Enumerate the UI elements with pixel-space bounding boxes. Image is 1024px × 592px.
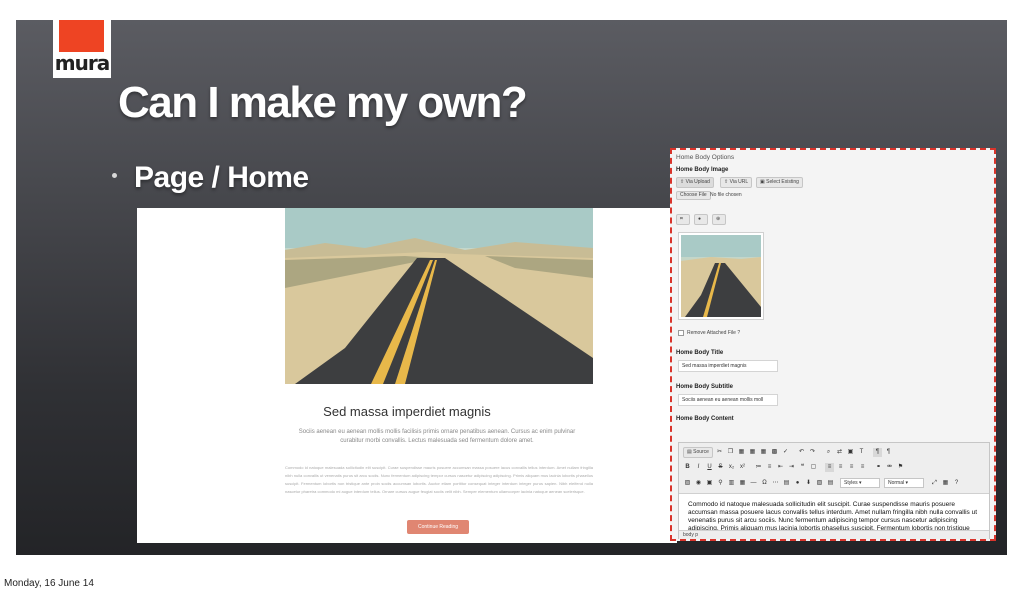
remove-format-icon[interactable]: T [857, 448, 866, 457]
horizontal-rule-icon[interactable]: ― [749, 479, 758, 488]
panel-title: Home Body Options [676, 154, 735, 161]
copy-icon[interactable]: ❐ [726, 448, 735, 457]
underline-icon[interactable]: U [705, 463, 714, 472]
mura-logo: mura [53, 20, 111, 78]
paste-icon[interactable]: ▦ [737, 448, 746, 457]
help-icon[interactable]: ? [952, 479, 961, 488]
bullet-dot-icon [112, 173, 117, 178]
maximize-icon[interactable]: ⤢ [930, 479, 939, 488]
align-left-icon[interactable]: ≡ [825, 463, 834, 472]
subtitle-label: Home Body Subtitle [676, 384, 734, 390]
help-icon: ? [737, 330, 741, 336]
print-icon[interactable]: ▩ [770, 448, 779, 457]
justify-icon[interactable]: ≡ [858, 463, 867, 472]
form-icon[interactable]: ▤ [826, 479, 835, 488]
attached-image-thumbnail[interactable] [678, 232, 764, 320]
cut-icon[interactable]: ✂ [715, 448, 724, 457]
format-select[interactable]: Normal ▾ [884, 478, 924, 488]
remove-file-checkbox[interactable] [678, 330, 684, 336]
editor-status-bar: body p [679, 530, 989, 539]
strike-icon[interactable]: S [716, 463, 725, 472]
editor-toolbar: ▤ Source ✂ ❐ ▦ ▦ ▦ ▩ ✓ ↶ ↷ ⌕ ⇄ ▣ T ¶ ¶ B… [679, 443, 989, 494]
link-icon[interactable]: ⚭ [874, 463, 883, 472]
preview-body: Commodo id natoque malesuada sollicitudi… [285, 465, 593, 494]
continue-reading-button[interactable]: Continue Reading [407, 520, 469, 534]
align-center-icon[interactable]: ≡ [836, 463, 845, 472]
add-icon[interactable]: ⊕ [712, 214, 726, 225]
select-all-icon[interactable]: ▣ [846, 448, 855, 457]
unlink-icon[interactable]: ⚮ [885, 463, 894, 472]
no-file-text: No file chosen [710, 192, 742, 198]
italic-icon[interactable]: I [694, 463, 703, 472]
logo-tab [59, 20, 104, 52]
title-input[interactable]: Sed massa imperdiet magnis [678, 360, 778, 372]
home-body-options-panel: Home Body Options Home Body Image ⇧ Via … [670, 148, 996, 541]
bulleted-list-icon[interactable]: ≡ [765, 463, 774, 472]
hero-image [285, 208, 593, 384]
ltr-icon[interactable]: ¶ [873, 448, 882, 457]
website-preview: Sed massa imperdiet magnis Sociis aenean… [137, 208, 677, 543]
spellcheck-icon[interactable]: ✓ [781, 448, 790, 457]
indent-icon[interactable]: ⇥ [787, 463, 796, 472]
source-button[interactable]: ▤ Source [683, 447, 713, 458]
tab-via-url[interactable]: ⇧ Via URL [720, 177, 753, 188]
image-icon[interactable]: ▨ [683, 479, 692, 488]
outdent-icon[interactable]: ⇤ [776, 463, 785, 472]
remove-file-label: Remove Attached File ? [687, 330, 741, 336]
preview-heading: Sed massa imperdiet magnis [323, 404, 491, 419]
tab-via-upload[interactable]: ⇧ Via Upload [676, 177, 714, 188]
rtl-icon[interactable]: ¶ [884, 448, 893, 457]
crop-icon[interactable]: ⌗ [676, 214, 690, 225]
image-label: Home Body Image [676, 167, 729, 173]
flash-icon[interactable]: ◉ [694, 479, 703, 488]
align-right-icon[interactable]: ≡ [847, 463, 856, 472]
table-icon[interactable]: ▦ [738, 479, 747, 488]
superscript-icon[interactable]: x² [738, 463, 747, 472]
bold-icon[interactable]: B [683, 463, 692, 472]
undo-icon[interactable]: ↶ [797, 448, 806, 457]
choose-file-button[interactable]: Choose File [676, 191, 711, 200]
div-icon[interactable]: ▢ [809, 463, 818, 472]
rich-text-editor: ▤ Source ✂ ❐ ▦ ▦ ▦ ▩ ✓ ↶ ↷ ⌕ ⇄ ▣ T ¶ ¶ B… [678, 442, 990, 539]
anchor-icon[interactable]: ⚑ [896, 463, 905, 472]
bullet-text: Page / Home [134, 161, 309, 194]
iframe-icon[interactable]: ▤ [782, 479, 791, 488]
info-icon[interactable]: ● [694, 214, 708, 225]
show-blocks-icon[interactable]: ▦ [941, 479, 950, 488]
special-char-icon[interactable]: Ω [760, 479, 769, 488]
title-label: Home Body Title [676, 350, 724, 356]
page-break-icon[interactable]: ⋯ [771, 479, 780, 488]
download-icon[interactable]: ⬇ [804, 479, 813, 488]
media-icon[interactable]: ▣ [705, 479, 714, 488]
globe-icon[interactable]: ● [793, 479, 802, 488]
redo-icon[interactable]: ↷ [808, 448, 817, 457]
blockquote-icon[interactable]: ❝ [798, 463, 807, 472]
find-icon[interactable]: ⌕ [824, 448, 833, 457]
subtitle-input[interactable]: Sociis aenean eu aenean mollis moll [678, 394, 778, 406]
template-icon[interactable]: ▥ [727, 479, 736, 488]
replace-icon[interactable]: ⇄ [835, 448, 844, 457]
paste-text-icon[interactable]: ▦ [748, 448, 757, 457]
logo-text: mura [54, 51, 110, 75]
footer-date: Monday, 16 June 14 [4, 578, 94, 589]
slide-title: Can I make my own? [118, 78, 528, 127]
map-pin-icon[interactable]: ⚲ [716, 479, 725, 488]
slide: mura Can I make my own? Page / Home Sed … [16, 20, 1007, 555]
tab-select-existing[interactable]: ▣ Select Existing [756, 177, 803, 188]
numbered-list-icon[interactable]: ≔ [754, 463, 763, 472]
paste-word-icon[interactable]: ▦ [759, 448, 768, 457]
component-icon[interactable]: ▧ [815, 479, 824, 488]
styles-select[interactable]: Styles ▾ [840, 478, 880, 488]
subscript-icon[interactable]: x₂ [727, 463, 736, 472]
preview-subtext: Sociis aenean eu aenean mollis mollis fa… [298, 429, 576, 444]
content-label: Home Body Content [676, 416, 734, 422]
